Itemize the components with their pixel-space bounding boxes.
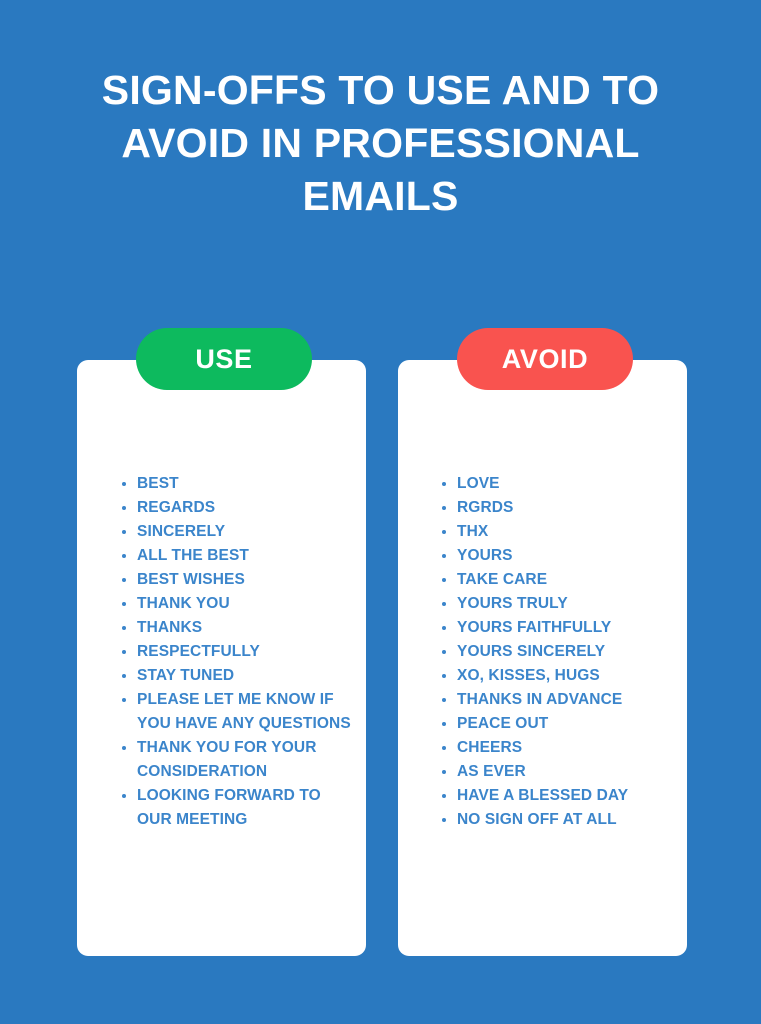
bullet-icon xyxy=(122,746,126,750)
list-item-label: BEST WISHES xyxy=(137,571,245,588)
list-item: YOURS xyxy=(442,544,678,568)
list-item: RESPECTFULLY xyxy=(122,640,354,664)
bullet-icon xyxy=(122,554,126,558)
list-item-label: YOURS FAITHFULLY xyxy=(457,619,612,636)
list-item-label: THANKS IN ADVANCE xyxy=(457,691,623,708)
list-item: BEST xyxy=(122,472,354,496)
list-item: THANK YOU FOR YOUR CONSIDERATION xyxy=(122,736,354,784)
avoid-list: LOVE RGRDS THX YOURS TAKE CARE YOURS TRULY YOU… xyxy=(442,472,678,832)
list-item: CHEERS xyxy=(442,736,678,760)
list-item-label: YOURS SINCERELY xyxy=(457,643,606,660)
list-item-label: ALL THE BEST xyxy=(137,547,250,564)
use-badge: USE xyxy=(136,328,312,390)
bullet-icon xyxy=(122,650,126,654)
page-title: SIGN-OFFS TO USE AND TO AVOID IN PROFESS… xyxy=(101,67,660,219)
list-item-label: XO, KISSES, HUGS xyxy=(457,667,600,684)
list-item: STAY TUNED xyxy=(122,664,354,688)
list-item: THANKS xyxy=(122,616,354,640)
list-item: REGARDS xyxy=(122,496,354,520)
list-item: THX xyxy=(442,520,678,544)
bullet-icon xyxy=(442,578,446,582)
bullet-icon xyxy=(442,626,446,630)
bullet-icon xyxy=(442,554,446,558)
bullet-icon xyxy=(122,506,126,510)
list-item-label: CHEERS xyxy=(457,739,523,756)
bullet-icon xyxy=(442,650,446,654)
column-use: BEST REGARDS SINCERELY ALL THE BEST BEST WIS… xyxy=(77,328,366,956)
bullet-icon xyxy=(122,602,126,606)
list-item: THANKS IN ADVANCE xyxy=(442,688,678,712)
list-item-label: AS EVER xyxy=(457,763,526,780)
bullet-icon xyxy=(122,482,126,486)
infographic-poster: SIGN-OFFS TO USE AND TO AVOID IN PROFESS… xyxy=(0,0,761,1024)
bullet-icon xyxy=(442,602,446,606)
comparison-columns: BEST REGARDS SINCERELY ALL THE BEST BEST WIS… xyxy=(77,328,687,956)
bullet-icon xyxy=(442,746,446,750)
list-item: ALL THE BEST xyxy=(122,544,354,568)
list-item: YOURS FAITHFULLY xyxy=(442,616,678,640)
list-item-label: RGRDS xyxy=(457,499,514,516)
avoid-badge: AVOID xyxy=(457,328,633,390)
list-item-label: THANK YOU FOR YOUR CONSIDERATION xyxy=(137,739,317,780)
use-badge-label: USE xyxy=(195,343,253,374)
list-item-label: PEACE OUT xyxy=(457,715,549,732)
bullet-icon xyxy=(442,818,446,822)
bullet-icon xyxy=(122,530,126,534)
column-avoid: LOVE RGRDS THX YOURS TAKE CARE YOURS TRULY YOU… xyxy=(398,328,687,956)
bullet-icon xyxy=(442,698,446,702)
list-item-label: THX xyxy=(457,523,489,540)
list-item-label: THANK YOU xyxy=(137,595,230,612)
bullet-icon xyxy=(122,626,126,630)
list-item-label: SINCERELY xyxy=(137,523,226,540)
list-item-label: TAKE CARE xyxy=(457,571,548,588)
list-item-label: STAY TUNED xyxy=(137,667,235,684)
list-item: RGRDS xyxy=(442,496,678,520)
list-item: LOVE xyxy=(442,472,678,496)
list-item: LOOKING FORWARD TO OUR MEETING xyxy=(122,784,354,832)
use-list: BEST REGARDS SINCERELY ALL THE BEST BEST WIS… xyxy=(122,472,354,832)
list-item-label: RESPECTFULLY xyxy=(137,643,260,660)
bullet-icon xyxy=(442,674,446,678)
list-item-label: LOVE xyxy=(457,475,500,492)
list-item-label: BEST xyxy=(137,475,179,492)
bullet-icon xyxy=(122,578,126,582)
list-item: YOURS SINCERELY xyxy=(442,640,678,664)
list-item: THANK YOU xyxy=(122,592,354,616)
list-item: BEST WISHES xyxy=(122,568,354,592)
avoid-card: LOVE RGRDS THX YOURS TAKE CARE YOURS TRULY YOU… xyxy=(398,360,687,956)
list-item-label: REGARDS xyxy=(137,499,216,516)
avoid-badge-label: AVOID xyxy=(501,343,589,374)
list-item: SINCERELY xyxy=(122,520,354,544)
list-item: NO SIGN OFF AT ALL xyxy=(442,808,678,832)
list-item: PEACE OUT xyxy=(442,712,678,736)
list-item-label: HAVE A BLESSED DAY xyxy=(457,787,629,804)
bullet-icon xyxy=(442,482,446,486)
list-item: HAVE A BLESSED DAY xyxy=(442,784,678,808)
list-item: TAKE CARE xyxy=(442,568,678,592)
bullet-icon xyxy=(442,770,446,774)
list-item-label: LOOKING FORWARD TO OUR MEETING xyxy=(137,787,321,828)
list-item-label: YOURS TRULY xyxy=(457,595,568,612)
bullet-icon xyxy=(122,794,126,798)
bullet-icon xyxy=(442,506,446,510)
title-block: SIGN-OFFS TO USE AND TO AVOID IN PROFESS… xyxy=(90,64,671,223)
list-item-label: PLEASE LET ME KNOW IF YOU HAVE ANY QUEST… xyxy=(137,691,351,732)
list-item: YOURS TRULY xyxy=(442,592,678,616)
bullet-icon xyxy=(122,674,126,678)
bullet-icon xyxy=(442,530,446,534)
bullet-icon xyxy=(442,794,446,798)
list-item-label: THANKS xyxy=(137,619,203,636)
list-item-label: NO SIGN OFF AT ALL xyxy=(457,811,617,828)
list-item: AS EVER xyxy=(442,760,678,784)
list-item: PLEASE LET ME KNOW IF YOU HAVE ANY QUEST… xyxy=(122,688,354,736)
list-item: XO, KISSES, HUGS xyxy=(442,664,678,688)
bullet-icon xyxy=(122,698,126,702)
use-card: BEST REGARDS SINCERELY ALL THE BEST BEST WIS… xyxy=(77,360,366,956)
bullet-icon xyxy=(442,722,446,726)
list-item-label: YOURS xyxy=(457,547,513,564)
